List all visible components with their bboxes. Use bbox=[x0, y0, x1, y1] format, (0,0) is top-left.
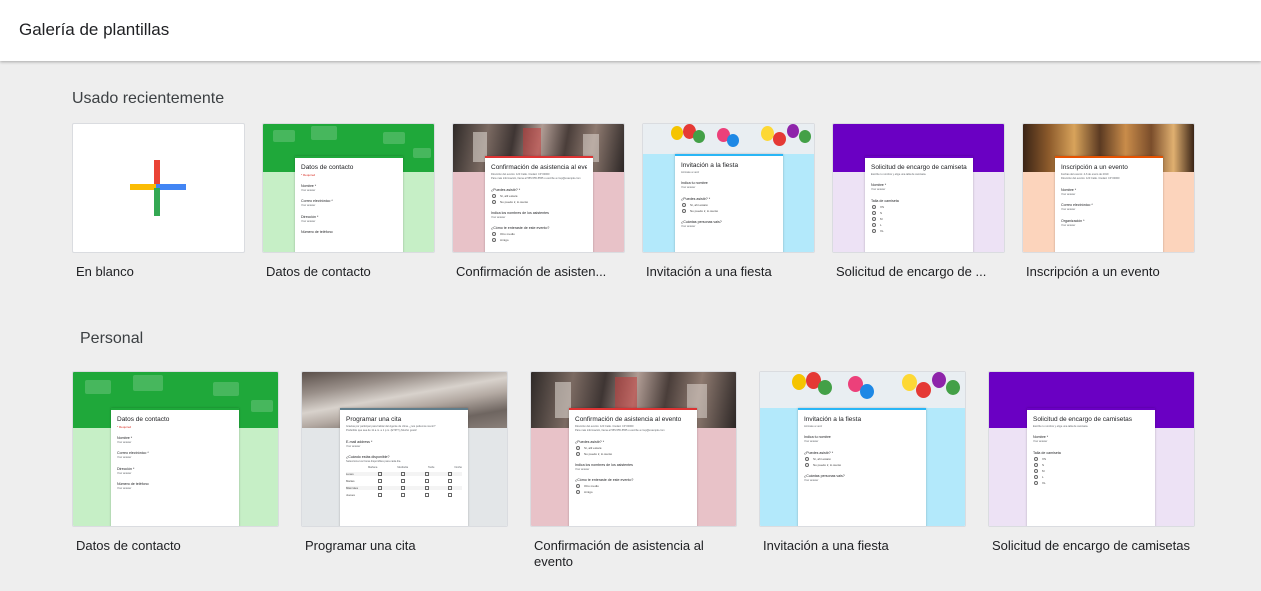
page-title: Galería de plantillas bbox=[19, 20, 170, 39]
rsvp-thumbnail[interactable]: Confirmación de asistencia al evento Dir… bbox=[530, 371, 737, 527]
template-card-rsvp-personal[interactable]: Confirmación de asistencia al evento Dir… bbox=[530, 371, 737, 576]
template-label: Invitación a una fiesta bbox=[763, 538, 889, 553]
contact-thumbnail[interactable]: Datos de contacto * Required Nombre * You… bbox=[72, 371, 279, 527]
section-title-recent: Usado recientemente bbox=[72, 90, 225, 107]
template-card-blank[interactable]: En blanco bbox=[72, 123, 245, 283]
template-card-appointment[interactable]: Programar una cita Gracias por participa… bbox=[301, 371, 508, 576]
template-label: Solicitud de encargo de ... bbox=[836, 264, 987, 279]
event-thumbnail[interactable]: Inscripción a un evento Fechas del event… bbox=[1022, 123, 1195, 253]
template-label: Confirmación de asistencia al evento bbox=[534, 538, 704, 569]
template-label: Solicitud de encargo de camisetas bbox=[992, 538, 1191, 553]
tshirt-thumbnail[interactable]: Solicitud de encargo de camisetas Escrib… bbox=[832, 123, 1005, 253]
template-label: Inscripción a un evento bbox=[1026, 264, 1160, 279]
party-thumbnail[interactable]: Invitación a la fiesta Anímate a venir I… bbox=[642, 123, 815, 253]
template-label: Datos de contacto bbox=[266, 264, 371, 279]
template-label: En blanco bbox=[76, 264, 134, 279]
plus-icon bbox=[130, 160, 188, 218]
appointment-thumbnail[interactable]: Programar una cita Gracias por participa… bbox=[301, 371, 508, 527]
template-card-contact-personal[interactable]: Datos de contacto * Required Nombre * You… bbox=[72, 371, 279, 576]
blank-thumbnail[interactable] bbox=[72, 123, 245, 253]
template-card-rsvp[interactable]: Confirmación de asistencia al evento Dir… bbox=[452, 123, 625, 283]
template-card-tshirt[interactable]: Solicitud de encargo de camisetas Escrib… bbox=[832, 123, 1005, 283]
template-card-party-personal[interactable]: Invitación a la fiesta Anímate a venir I… bbox=[759, 371, 966, 576]
template-label: Programar una cita bbox=[305, 538, 416, 553]
party-thumbnail[interactable]: Invitación a la fiesta Anímate a venir I… bbox=[759, 371, 966, 527]
contact-thumbnail[interactable]: Datos de contacto * Required Nombre * You… bbox=[262, 123, 435, 253]
template-label: Confirmación de asisten... bbox=[456, 264, 607, 279]
template-card-event[interactable]: Inscripción a un evento Fechas del event… bbox=[1022, 123, 1195, 283]
tshirt-thumbnail[interactable]: Solicitud de encargo de camisetas Escrib… bbox=[988, 371, 1195, 527]
section-title-personal: Personal bbox=[80, 330, 144, 347]
template-card-contact[interactable]: Datos de contacto * Required Nombre * You… bbox=[262, 123, 435, 283]
template-card-tshirt-personal[interactable]: Solicitud de encargo de camisetas Escrib… bbox=[988, 371, 1195, 576]
template-card-party[interactable]: Invitación a la fiesta Anímate a venir I… bbox=[642, 123, 815, 283]
template-label: Invitación a una fiesta bbox=[646, 264, 772, 279]
template-label: Datos de contacto bbox=[76, 538, 181, 553]
rsvp-thumbnail[interactable]: Confirmación de asistencia al evento Dir… bbox=[452, 123, 625, 253]
top-app-bar: Galería de plantillas bbox=[0, 0, 1261, 61]
